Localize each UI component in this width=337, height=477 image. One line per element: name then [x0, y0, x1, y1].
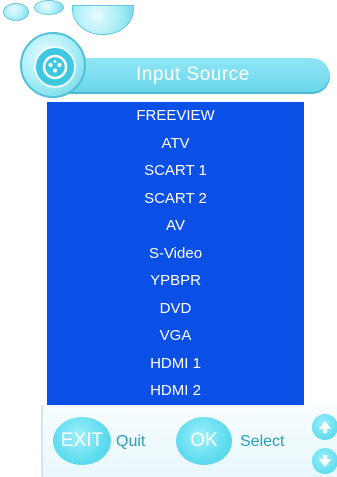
source-item-vga[interactable]: VGA	[47, 322, 304, 350]
source-item-scart-1[interactable]: SCART 1	[47, 157, 304, 185]
source-item-s-video[interactable]: S-Video	[47, 240, 304, 268]
quit-hint: Quit	[116, 433, 146, 450]
arrow-down-icon[interactable]	[312, 448, 337, 474]
connector-icon	[34, 46, 76, 88]
source-item-freeview[interactable]: FREEVIEW	[47, 102, 304, 130]
arrow-up-icon[interactable]	[312, 414, 337, 440]
source-item-atv[interactable]: ATV	[47, 130, 304, 158]
source-list: FREEVIEW ATV SCART 1 SCART 2 AV S-Video …	[47, 102, 304, 405]
footer-hints: EXIT Quit OK Select	[41, 406, 337, 477]
exit-button[interactable]: EXIT	[53, 417, 111, 465]
menu-title: Input Source	[136, 64, 250, 85]
menu-logo	[20, 32, 86, 98]
source-item-hdmi-1[interactable]: HDMI 1	[47, 350, 304, 378]
source-item-hdmi-2[interactable]: HDMI 2	[47, 377, 304, 405]
source-item-scart-2[interactable]: SCART 2	[47, 185, 304, 213]
ok-button[interactable]: OK	[176, 417, 232, 465]
decorative-bubble	[34, 0, 64, 15]
title-bar: Input Source	[66, 58, 330, 94]
decorative-bubble	[3, 3, 29, 21]
source-item-dvd[interactable]: DVD	[47, 295, 304, 323]
select-hint: Select	[240, 433, 285, 450]
decorative-bubble	[72, 5, 134, 35]
source-item-ypbpr[interactable]: YPBPR	[47, 267, 304, 295]
source-item-av[interactable]: AV	[47, 212, 304, 240]
navigation-arrows	[312, 414, 337, 474]
